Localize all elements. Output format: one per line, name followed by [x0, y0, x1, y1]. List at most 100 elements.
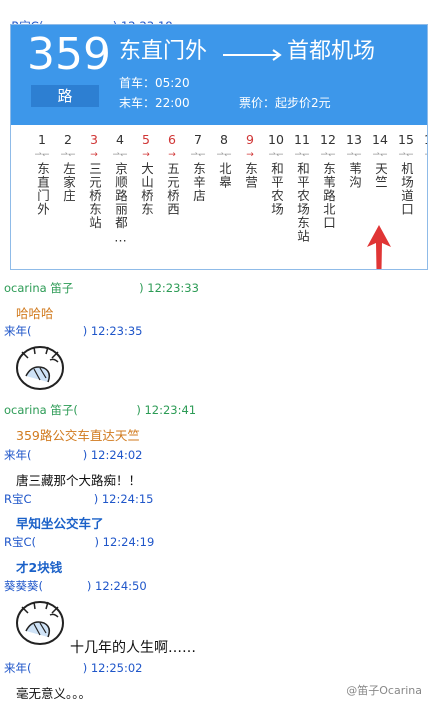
route-number: 359 [27, 29, 111, 80]
sender-name[interactable]: ocarina 笛子( [4, 403, 78, 417]
sender-id-blank [32, 492, 94, 506]
message-text: 哈哈哈 [16, 306, 54, 321]
chat-header: R宝C( ) 12:24:19 [4, 534, 154, 550]
message-time: ) 12:25:02 [82, 661, 143, 675]
covering-face-emoji-icon [14, 342, 66, 396]
stop-name: 五元桥西 [165, 162, 179, 216]
route-suffix: 路 [31, 85, 99, 107]
stop-name: 京顺路丽都… [113, 162, 127, 246]
stop-number: 7 [194, 132, 202, 147]
red-up-arrow-icon [367, 225, 391, 269]
sender-name[interactable]: ocarina 笛子 [4, 281, 73, 295]
stop-14: 14 ⇀↽ 天竺 [367, 131, 393, 189]
message-text: 毫无意义。。。 [16, 686, 92, 701]
stop-1: 1 ⇀↽ 东直门外 [29, 131, 55, 216]
message-text: 十几年的人生啊…… [70, 640, 196, 656]
message-time: ) 12:24:15 [93, 492, 154, 506]
stop-number: 16 [419, 131, 427, 149]
stop-name: 三元桥东站 [87, 162, 101, 230]
long-right-arrow-icon [223, 49, 282, 61]
stop-7: 7 ⇀↽ 东辛店 [185, 131, 211, 203]
message-text: 359路公交车直达天竺 [16, 428, 140, 443]
stop-number: 13 [346, 132, 362, 147]
sender-id-blank [73, 281, 139, 295]
message-time: ) 12:24:19 [94, 535, 155, 549]
double-arrow-icon: ⇀↽ [294, 150, 310, 160]
stop-name: 东营 [243, 162, 257, 189]
stop-16: 16⇀↽首都机场 [419, 131, 427, 216]
first-bus-time: 首车：05:20 [119, 76, 190, 90]
stop-name: 天竺 [373, 162, 387, 189]
message-time: ) 12:24:02 [82, 448, 143, 462]
stop-number: 14 [372, 132, 388, 147]
stop-name: 苇沟 [347, 162, 361, 189]
chat-header: 来年( ) 12:23:35 [4, 323, 142, 339]
watermark: @笛子Ocarina [346, 684, 422, 697]
stop-number: 12 [320, 132, 336, 147]
sender-name[interactable]: 来年( [4, 324, 32, 338]
stop-number: 8 [220, 132, 228, 147]
double-arrow-icon: ⇀↽ [398, 150, 414, 160]
route-header: 359 路 东直门外 首都机场 首车：05:20 末车：22:00 票价：起步价… [11, 25, 427, 125]
double-arrow-icon: ⇀↽ [346, 150, 362, 160]
stop-name: 东辛店 [191, 162, 205, 203]
stop-list: 1 ⇀↽ 东直门外 2 ⇀↽ 左家庄 3 → 三元桥东站 4 ⇀↽ 京顺路丽都… 5 → 大山桥东 6 → 五元桥… [11, 131, 427, 269]
bus-route-card: 359 路 东直门外 首都机场 首车：05:20 末车：22:00 票价：起步价… [10, 24, 428, 270]
sender-name[interactable]: 来年( [4, 661, 32, 675]
stop-number: 2 [64, 132, 72, 147]
route-from: 东直门外 [119, 39, 208, 64]
message-time: ) 12:24:50 [86, 579, 147, 593]
stop-2: 2 ⇀↽ 左家庄 [55, 131, 81, 203]
fare-info: 票价：起步价2元 [239, 96, 331, 110]
double-arrow-icon: → [90, 150, 98, 160]
sender-name[interactable]: R宝C( [4, 535, 36, 549]
stop-number: 1 [38, 132, 46, 147]
chat-header: 来年( ) 12:24:02 [4, 447, 142, 463]
sender-id-blank [32, 661, 83, 675]
double-arrow-icon: → [168, 150, 176, 160]
stop-number: 6 [168, 132, 176, 147]
stop-number: 3 [90, 132, 98, 147]
double-arrow-icon: ⇀↽ [216, 150, 232, 160]
message-text: 早知坐公交车了 [16, 516, 104, 531]
sender-id-blank [43, 579, 87, 593]
stop-13: 13 ⇀↽ 苇沟 [341, 131, 367, 189]
sender-id-blank [32, 448, 83, 462]
stop-8: 8 ⇀↽ 北皋 [211, 131, 237, 189]
stop-name: 左家庄 [61, 162, 75, 203]
stop-12: 12 ⇀↽ 东苇路北口 [315, 131, 341, 230]
double-arrow-icon: ⇀↽ [372, 150, 388, 160]
double-arrow-icon: ⇀↽ [34, 150, 50, 160]
sender-name[interactable]: 葵葵葵( [4, 579, 43, 593]
sender-name[interactable]: R宝C [4, 492, 32, 506]
stop-number: 5 [142, 132, 150, 147]
sender-id-blank [32, 324, 83, 338]
chat-header: 来年( ) 12:25:02 [4, 660, 142, 676]
chat-header: 葵葵葵( ) 12:24:50 [4, 578, 147, 594]
message-time: ) 12:23:41 [136, 403, 197, 417]
double-arrow-icon: ⇀↽ [320, 150, 336, 160]
chat-header: ocarina 笛子 ) 12:23:33 [4, 280, 199, 296]
double-arrow-icon: ⇀↽ [190, 150, 206, 160]
double-arrow-icon: ⇀↽ [60, 150, 76, 160]
stop-number: 11 [294, 132, 310, 147]
chat-header: R宝C ) 12:24:15 [4, 491, 153, 507]
stop-name: 和平农场 [269, 162, 283, 216]
sender-id-blank [36, 535, 95, 549]
stop-number: 4 [116, 132, 124, 147]
stop-6: 6 → 五元桥西 [159, 131, 185, 216]
message-time: ) 12:23:33 [139, 281, 199, 295]
stop-name: 北皋 [217, 162, 231, 189]
double-arrow-icon: ⇀↽ [419, 149, 427, 161]
stop-4: 4 ⇀↽ 京顺路丽都… [107, 131, 133, 246]
message-time: ) 12:23:35 [82, 324, 143, 338]
chat-header: ocarina 笛子( ) 12:23:41 [4, 402, 196, 418]
double-arrow-icon: ⇀↽ [112, 150, 128, 160]
stop-name: 和平农场东站 [295, 162, 309, 243]
route-to: 首都机场 [287, 39, 376, 64]
stop-3: 3 → 三元桥东站 [81, 131, 107, 230]
last-bus-time: 末车：22:00 [119, 96, 190, 110]
sender-name[interactable]: 来年( [4, 448, 32, 462]
facepalm-emoji-icon [14, 597, 66, 651]
stop-name: 大山桥东 [139, 162, 153, 216]
